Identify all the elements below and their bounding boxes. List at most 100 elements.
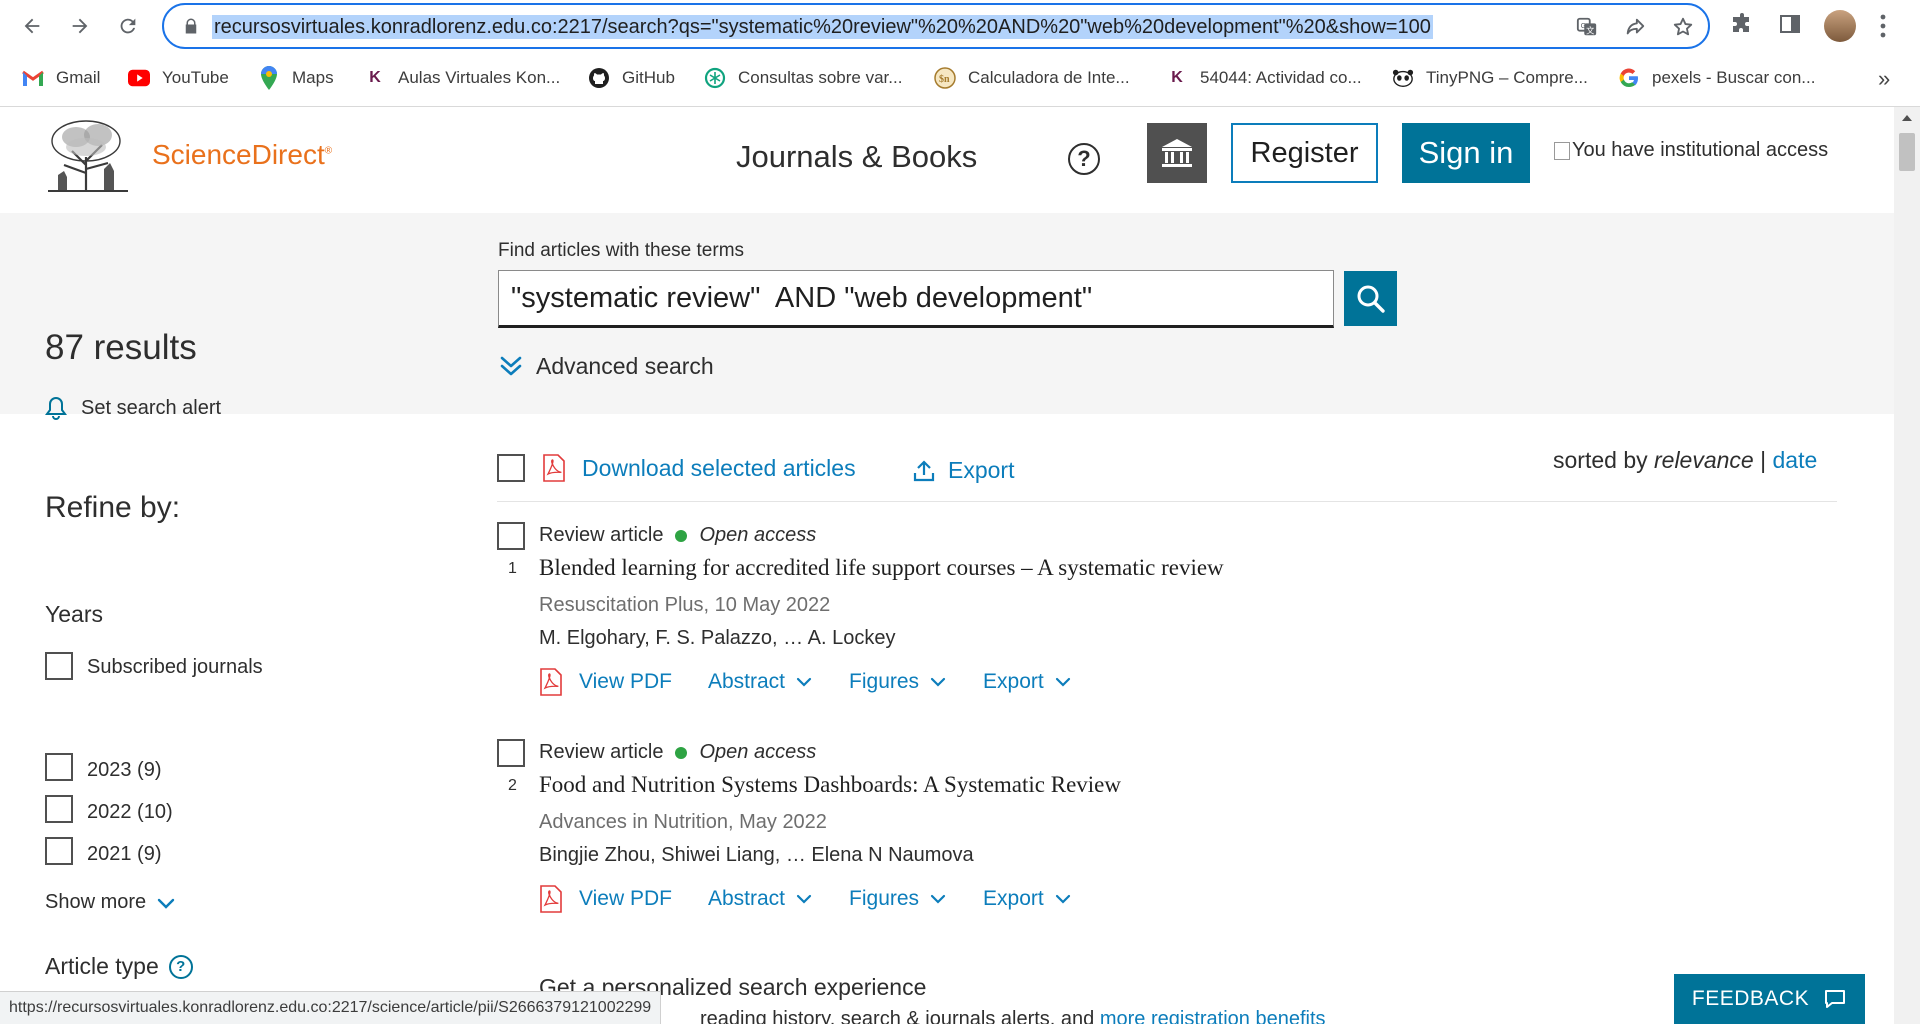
bookmark-tinypng[interactable]: TinyPNG – Compre... [1392,60,1588,96]
github-icon [588,67,610,89]
sort-control: sorted by relevance | date [1553,447,1818,473]
bookmark-pexels[interactable]: pexels - Buscar con... [1618,60,1815,96]
export-link[interactable]: Export [912,457,1014,484]
chatgpt-icon [704,67,726,89]
page-viewport: ScienceDirect® Journals & Books ? Regist… [0,107,1894,1024]
reload-button[interactable] [112,10,144,42]
page-scrollbar[interactable] [1894,107,1920,1024]
bookmark-maps[interactable]: Maps [258,60,334,96]
bookmark-github[interactable]: GitHub [588,60,675,96]
abstract-toggle[interactable]: Abstract [708,887,813,911]
konrad-k-icon: K [1171,69,1183,86]
export-toggle[interactable]: Export [983,887,1072,911]
open-access-dot-icon [675,529,688,542]
view-pdf-link[interactable]: View PDF [539,668,672,696]
bookmarks-bar: Gmail YouTube Maps K Aulas Virtuales Kon… [0,60,1920,96]
feedback-button[interactable]: FEEDBACK [1674,974,1865,1024]
bookmark-actividad[interactable]: K 54044: Actividad co... [1166,60,1361,96]
konrad-k-icon: K [369,69,381,86]
browser-toolbar: recursosvirtuales.konradlorenz.edu.co:22… [0,0,1920,52]
set-search-alert-link[interactable]: Set search alert [45,396,221,420]
bookmark-consultas[interactable]: Consultas sobre var... [704,60,902,96]
result-source: Advances in Nutrition, May 2022 [539,811,827,833]
sort-date-link[interactable]: date [1773,447,1818,473]
calculator-site-icon: $n [934,67,956,89]
pdf-icon [543,454,565,482]
arrow-left-icon [24,18,40,34]
figures-toggle[interactable]: Figures [849,670,947,694]
export-toggle[interactable]: Export [983,670,1072,694]
results-layout: 87 results Set search alert Refine by: S… [0,107,1894,1024]
chevron-down-icon [930,677,946,687]
chevron-down-icon [1055,677,1070,687]
result-actions: View PDF Abstract Figures Export [539,884,1108,914]
svg-text:$n: $n [939,74,950,85]
bell-icon [45,396,67,420]
open-access-dot-icon [675,746,688,759]
article-type-heading: Article type ? [45,953,193,980]
bookmark-gmail[interactable]: Gmail [22,60,100,96]
arrow-right-icon [72,18,88,34]
share-icon[interactable] [1624,16,1646,38]
result-title-link[interactable]: Blended learning for accredited life sup… [539,555,1224,581]
result-item: Review article Open access 2 Food and Nu… [0,739,1894,939]
back-button[interactable] [16,10,48,42]
result-authors: M. Elgohary, F. S. Palazzo, … A. Lockey [539,627,896,649]
chevron-down-icon [930,894,946,904]
side-panel-icon[interactable] [1778,12,1802,36]
result-type-line: Review article Open access [539,741,817,763]
url-text[interactable]: recursosvirtuales.konradlorenz.edu.co:22… [212,15,1433,39]
pdf-icon [540,885,562,913]
select-all-checkbox[interactable] [497,454,525,482]
scrollbar-thumb[interactable] [1899,133,1915,171]
lock-icon [185,18,197,34]
result-authors: Bingjie Zhou, Shiwei Liang, … Elena N Na… [539,844,974,866]
result-number: 1 [508,560,517,577]
forward-button[interactable] [64,10,96,42]
result-source: Resuscitation Plus, 10 May 2022 [539,594,831,616]
sort-relevance: relevance [1654,447,1754,473]
reload-icon [120,18,136,34]
result-actions: View PDF Abstract Figures Export [539,667,1108,697]
chevron-down-icon [1055,894,1070,904]
chat-bubble-icon [1825,990,1846,1008]
bookmarks-overflow-button[interactable]: » [1878,66,1890,92]
gmail-icon [22,67,44,89]
help-icon[interactable]: ? [168,954,193,979]
link-status-bar: https://recursosvirtuales.konradlorenz.e… [0,991,662,1024]
address-bar[interactable]: recursosvirtuales.konradlorenz.edu.co:22… [162,3,1710,49]
google-icon [1618,67,1640,89]
svg-text:文: 文 [1586,25,1594,35]
upload-icon [913,459,935,481]
result-checkbox[interactable] [497,739,525,767]
result-count: 87 results [45,328,197,367]
divider [497,501,1837,502]
view-pdf-link[interactable]: View PDF [539,885,672,913]
result-type-line: Review article Open access [539,524,817,546]
refine-heading: Refine by: [45,491,181,524]
translate-icon[interactable]: 文G [1576,16,1598,38]
extensions-icon[interactable] [1730,12,1754,36]
download-selected-articles-link[interactable]: Download selected articles [542,454,856,482]
profile-avatar[interactable] [1824,10,1856,42]
result-checkbox[interactable] [497,522,525,550]
result-item: Review article Open access 1 Blended lea… [0,522,1894,722]
more-registration-benefits-link[interactable]: more registration benefits [1100,1008,1326,1024]
figures-toggle[interactable]: Figures [849,887,947,911]
pdf-icon [540,668,562,696]
bookmark-aulas-virtuales[interactable]: K Aulas Virtuales Kon... [364,60,560,96]
scroll-up-arrow-icon[interactable] [1902,115,1912,121]
chevron-down-icon [796,894,812,904]
bookmark-youtube[interactable]: YouTube [128,60,229,96]
abstract-toggle[interactable]: Abstract [708,670,813,694]
result-number: 2 [508,777,517,794]
chevron-down-icon [796,677,812,687]
maps-icon [258,66,280,90]
bookmark-calculadora[interactable]: $n Calculadora de Inte... [934,60,1130,96]
youtube-icon [128,67,150,89]
result-title-link[interactable]: Food and Nutrition Systems Dashboards: A… [539,772,1121,798]
more-vert-icon[interactable] [1873,12,1893,40]
svg-text:G: G [1581,21,1587,30]
bookmark-star-icon[interactable] [1672,16,1694,38]
personalized-search-text: reading history, search & journals alert… [700,1008,1326,1024]
